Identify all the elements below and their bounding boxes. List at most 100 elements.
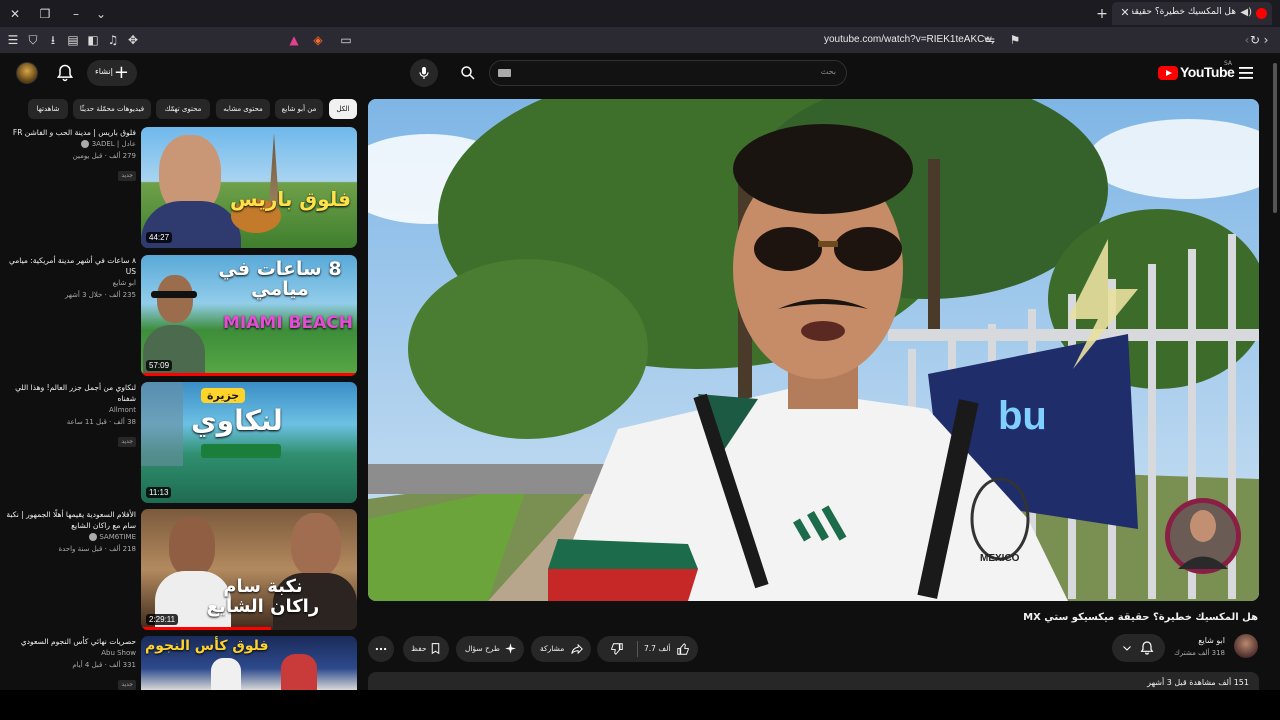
chip-watched[interactable]: شاهدتها — [28, 99, 68, 119]
reader-icon[interactable]: ▤ — [63, 30, 83, 50]
bookmark-icon[interactable]: ⚑ — [1005, 30, 1025, 50]
youtube-favicon-icon — [1256, 8, 1267, 19]
restore-window-icon[interactable]: ❐ — [35, 4, 55, 24]
sidebar-icon[interactable]: ◧ — [83, 30, 103, 50]
keyboard-icon[interactable] — [498, 69, 511, 77]
create-label: إنشاء — [95, 67, 113, 76]
guide-menu-icon[interactable] — [1237, 65, 1255, 81]
thumbnail-caption: لنكاوي — [191, 404, 283, 437]
music-icon[interactable]: ♫ — [103, 30, 123, 50]
video-title[interactable]: ٨ ساعات في أشهر مدينة أمريكية: ميامي US — [6, 255, 136, 277]
bell-icon — [1140, 641, 1154, 655]
channel-name[interactable]: 3ADEL | عادل — [6, 138, 136, 150]
video-thumbnail[interactable]: جزيرة لنكاوي 11:13 — [141, 382, 357, 503]
video-duration: 11:13 — [146, 487, 172, 498]
more-horizontal-icon — [375, 647, 387, 651]
dislike-button[interactable] — [597, 636, 637, 662]
create-button[interactable]: + إنشاء — [87, 60, 137, 86]
view-count: 235 ألف · خلال 3 أشهر — [64, 291, 136, 299]
video-duration: 57:09 — [146, 360, 173, 371]
video-frame: bu MEXICO — [368, 99, 1259, 601]
video-thumbnail[interactable]: فلوق باريس 44:27 — [141, 127, 357, 248]
screen-bottom-bar — [0, 690, 1280, 720]
minimize-window-icon[interactable]: – — [66, 4, 86, 24]
share-button[interactable]: مشاركة — [531, 636, 591, 662]
recommendation-item[interactable]: جزيرة لنكاوي 11:13 لنكاوي من أجمل جزر ال… — [0, 382, 360, 504]
shield-icon[interactable]: ⛉ — [23, 30, 43, 50]
sunglasses-shape — [151, 291, 197, 298]
ask-button[interactable]: طرح سؤال — [456, 636, 524, 662]
thumbnail-caption: فلوق كأس النجوم — [145, 638, 269, 654]
brave-shield-icon[interactable]: ◈ — [308, 30, 328, 50]
chip-from-channel[interactable]: من أبو شايع — [275, 99, 323, 119]
save-button[interactable]: حفظ — [403, 636, 449, 662]
video-meta: الأفلام السعودية يقيمها أهلًا الجمهور | … — [6, 509, 136, 555]
subscriber-count: 318 ألف مشترك — [1174, 649, 1225, 657]
view-count-and-date: 151 ألف مشاهدة قبل 3 أشهر — [1147, 678, 1249, 687]
country-banner-shape — [201, 444, 281, 458]
chip-for-you[interactable]: محتوى تهمّك — [156, 99, 210, 119]
subscribed-notifications-button[interactable] — [1112, 634, 1165, 662]
chevron-down-icon — [1123, 646, 1131, 651]
youtube-masthead: + إنشاء بحث YouTube SA — [0, 53, 1280, 94]
recommendation-item[interactable]: 8 ساعات في ميامي MIAMI BEACH 57:09 ٨ ساع… — [0, 255, 360, 377]
channel-name[interactable]: ابو شايع — [1198, 636, 1225, 645]
sparkle-icon — [505, 643, 516, 654]
youtube-logo[interactable]: YouTube SA — [1158, 60, 1235, 84]
video-title[interactable]: حصريات نهائي كأس النجوم السعودي — [6, 636, 136, 647]
search-placeholder: بحث — [820, 67, 836, 76]
chip-similar[interactable]: محتوى مشابه — [216, 99, 270, 119]
search-button[interactable] — [448, 59, 488, 87]
person-face-shape — [157, 275, 193, 323]
close-window-icon[interactable]: ✕ — [5, 4, 25, 24]
more-actions-button[interactable] — [368, 636, 394, 662]
site-settings-icon[interactable]: ⇋ — [980, 30, 1000, 50]
chip-all[interactable]: الكل — [329, 99, 357, 119]
microphone-icon — [419, 67, 429, 79]
tab-audio-icon[interactable]: ◀) — [1240, 7, 1252, 18]
page-scrollbar[interactable] — [1270, 53, 1280, 690]
channel-name[interactable]: Abu Show — [6, 647, 136, 659]
recommendation-item[interactable]: فلوق كأس النجوم حصريات نهائي كأس النجوم … — [0, 636, 360, 690]
like-button[interactable]: 7.7 ألف — [638, 636, 698, 662]
channel-name[interactable]: Allmont — [6, 404, 136, 416]
video-thumbnail[interactable]: فلوق كأس النجوم — [141, 636, 357, 690]
verified-icon — [89, 533, 98, 541]
view-count: 279 ألف · قبل يومين — [72, 152, 136, 160]
thumbnail-caption: نكبة سام راكان الشايع — [206, 576, 320, 617]
recommendation-item[interactable]: نكبة سام راكان الشايع 2:29:11 الأفلام ال… — [0, 509, 360, 631]
menu-icon[interactable]: ☰ — [3, 30, 23, 50]
picture-in-picture-icon[interactable]: ▭ — [336, 30, 356, 50]
notifications-bell-icon[interactable] — [55, 63, 75, 83]
recommendation-item[interactable]: فلوق باريس 44:27 فلوق باريس | مدينة الحب… — [0, 127, 360, 249]
channel-name[interactable]: SAM6TIME — [6, 531, 136, 543]
video-thumbnail[interactable]: نكبة سام راكان الشايع 2:29:11 — [141, 509, 357, 630]
save-label: حفظ — [411, 644, 427, 653]
tab-list-chevron-icon[interactable]: ⌄ — [91, 4, 111, 24]
account-avatar[interactable] — [16, 62, 38, 84]
video-player[interactable]: bu MEXICO — [368, 99, 1259, 601]
scrollbar-thumb[interactable] — [1273, 63, 1277, 213]
age-text: قبل 11 ساعة — [66, 418, 107, 426]
active-tab[interactable]: ✕ هل المكسيك خطيرة؟ حقيقة مي ◀) — [1112, 2, 1272, 25]
search-input[interactable]: بحث — [489, 60, 847, 86]
video-thumbnail[interactable]: 8 ساعات في ميامي MIAMI BEACH 57:09 — [141, 255, 357, 376]
back-arrow-icon[interactable]: ‹ — [1237, 30, 1257, 50]
forward-arrow-icon[interactable]: › — [1256, 30, 1276, 50]
views-text: 235 ألف — [109, 291, 136, 299]
url-field[interactable]: youtube.com/watch?v=RIEK1teAKCw — [824, 34, 992, 45]
voice-search-button[interactable] — [410, 59, 438, 87]
chip-recently-uploaded[interactable]: فيديوهات محمّلة حديثًا — [73, 99, 151, 119]
downloads-icon[interactable]: ⭳ — [43, 30, 63, 50]
new-tab-button[interactable]: + — [1092, 4, 1112, 24]
video-title[interactable]: لنكاوي من أجمل جزر العالم! وهذا اللي شفن… — [6, 382, 136, 404]
plus-icon: + — [113, 62, 129, 83]
channel-avatar[interactable] — [1234, 634, 1258, 658]
vpn-icon[interactable]: ▲ — [284, 30, 304, 50]
video-title[interactable]: الأفلام السعودية يقيمها أهلًا الجمهور | … — [6, 509, 136, 531]
age-text: قبل 4 أيام — [72, 661, 103, 669]
channel-name[interactable]: ابو شايع — [6, 277, 136, 289]
extensions-icon[interactable]: ✥ — [123, 30, 143, 50]
new-badge: جديد — [118, 171, 136, 181]
video-title[interactable]: فلوق باريس | مدينة الحب و الفاشن FR — [6, 127, 136, 138]
